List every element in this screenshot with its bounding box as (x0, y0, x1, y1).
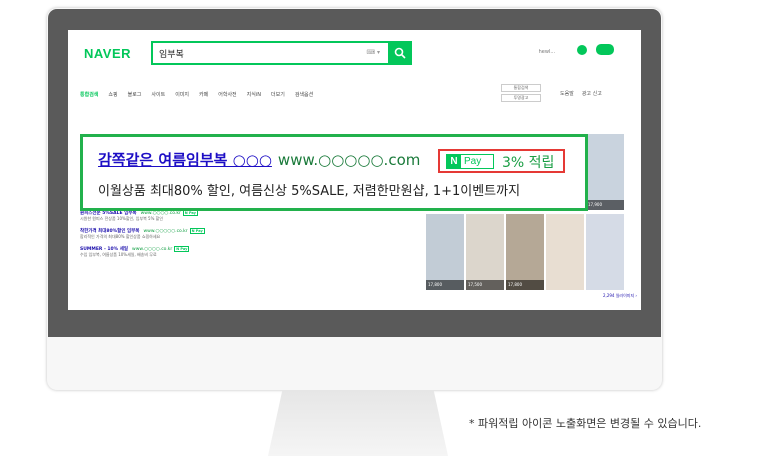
tab-kin[interactable]: 지식iN (247, 91, 261, 103)
tab-shopping[interactable]: 쇼핑 (108, 91, 117, 103)
thumb-price: 17,900 (586, 200, 624, 210)
npay-word: Pay (464, 156, 482, 167)
tab-more[interactable]: 더보기 (271, 91, 285, 103)
browser-screen: NAVER 임부복 ⌨ ▾ ㅤhewl... 통합검색 쇼핑 블로그 사이트 이… (68, 30, 641, 310)
ad-desc: 합리적인 가격의 최대80% 할인상품 쇼핑하세요 (80, 234, 161, 239)
footnote: * 파워적립 아이콘 노출화면은 변경될 수 있습니다. (469, 417, 702, 430)
right-links: 도움말 광고 신고 (560, 90, 602, 97)
tab-image[interactable]: 이미지 (175, 91, 189, 103)
naver-logo[interactable]: NAVER (84, 46, 131, 61)
search-query: 임부복 (159, 50, 184, 60)
search-input[interactable]: 임부복 ⌨ ▾ (151, 41, 412, 65)
images-more-link[interactable]: 2,294 일러이미지 › (603, 293, 637, 299)
user-menu[interactable]: ㅤhewl... (534, 48, 555, 55)
highlight-callout: 감쪽같은 여름임부복 ○○○ www.○○○○○.com N Pay 3% 적립 … (80, 134, 588, 211)
help-link[interactable]: 도움말 (560, 90, 574, 97)
ad-desc: 수입 임부복, 여름상품 10%세일, 배송비 무료 (80, 252, 157, 257)
tab-blog[interactable]: 블로그 (128, 91, 142, 103)
ad-desc: 시원한 원피스 전상품 10%할인, 임부복 5% 할인 (80, 216, 164, 221)
product-thumb[interactable] (586, 214, 624, 290)
callout-url[interactable]: www.○○○○○.com (278, 151, 420, 169)
npay-n-icon: N (447, 155, 461, 168)
product-thumb[interactable] (546, 214, 584, 290)
naver-pay-icon[interactable] (596, 44, 614, 55)
pay-reward-box: N Pay 3% 적립 (438, 149, 565, 173)
npay-badge: N Pay (189, 228, 205, 234)
monitor-stand (268, 390, 448, 456)
callout-title-text[interactable]: 감쪽같은 여름임부복 ○○○ (98, 151, 272, 169)
callout-description: 이월상품 최대80% 할인, 여름신상 5%SALE, 저렴한만원샵, 1+1이… (98, 184, 521, 199)
search-button[interactable] (388, 41, 412, 65)
right-button-2[interactable]: 투명광고 (501, 94, 541, 102)
product-thumb[interactable]: 17,800 (426, 214, 464, 290)
tab-site[interactable]: 사이트 (151, 91, 165, 103)
thumb-price: 17,500 (466, 280, 504, 290)
pay-reward-rate: 3% 적립 (502, 155, 555, 171)
product-thumb[interactable]: 17,800 (506, 214, 544, 290)
thumb-price: 17,800 (426, 280, 464, 290)
right-button-1[interactable]: 통합검색 (501, 84, 541, 92)
product-thumb[interactable]: 17,500 (466, 214, 504, 290)
mail-icon[interactable] (577, 45, 587, 55)
npay-badge: N Pay (446, 154, 494, 169)
report-link[interactable]: 광고 신고 (582, 90, 602, 97)
search-icon (394, 47, 406, 59)
callout-ad-title[interactable]: 감쪽같은 여름임부복 ○○○ www.○○○○○.com (98, 149, 420, 170)
tab-dictionary[interactable]: 어학사전 (218, 91, 236, 103)
keyboard-icon[interactable]: ⌨ ▾ (366, 49, 380, 56)
product-thumb[interactable]: 17,900 (586, 134, 624, 210)
search-tabs: 통합검색 쇼핑 블로그 사이트 이미지 카페 어학사전 지식iN 더보기 검색옵… (80, 91, 313, 103)
tab-cafe[interactable]: 카페 (199, 91, 208, 103)
tab-search-options[interactable]: 검색옵션 (295, 91, 313, 103)
stage: NAVER 임부복 ⌨ ▾ ㅤhewl... 통합검색 쇼핑 블로그 사이트 이… (0, 0, 773, 456)
npay-badge: N Pay (174, 246, 190, 252)
thumb-price: 17,800 (506, 280, 544, 290)
tab-integrated[interactable]: 통합검색 (80, 91, 98, 103)
